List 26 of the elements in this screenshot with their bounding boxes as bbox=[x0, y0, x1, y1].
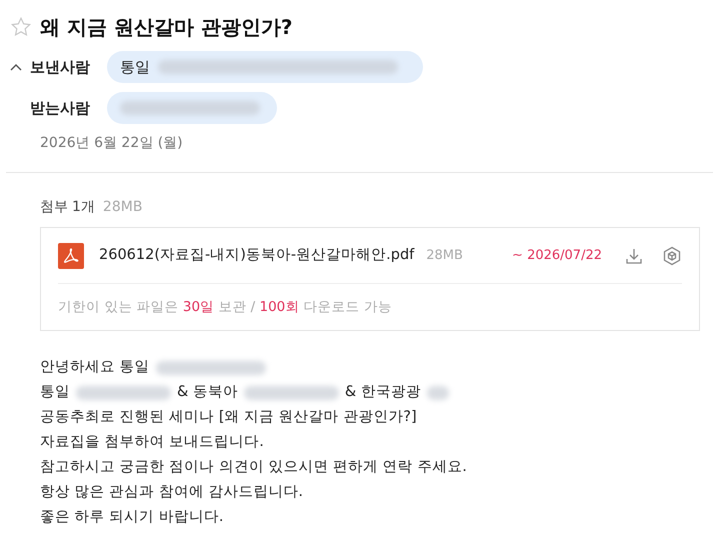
file-size: 28MB bbox=[426, 246, 463, 265]
body-text: & 동북아 bbox=[177, 383, 238, 402]
attachment-label: 첨부 bbox=[40, 198, 68, 217]
sender-name: 통일 bbox=[120, 56, 150, 78]
body-text: 자료집을 첨부하여 보내드립니다. bbox=[40, 433, 264, 452]
star-icon[interactable] bbox=[10, 16, 32, 38]
sender-chip[interactable]: 통일 bbox=[107, 51, 423, 83]
pdf-icon bbox=[58, 242, 84, 268]
sender-label: 보낸사람 bbox=[30, 56, 91, 78]
recipient-label: 받는사람 bbox=[30, 98, 91, 119]
body-text: & 한국광광 bbox=[344, 383, 421, 402]
body-text: 참고하시고 궁금한 점이나 의견이 있으시면 편하게 연락 주세요. bbox=[40, 458, 467, 477]
body-text: 통일 bbox=[40, 383, 70, 402]
attachment-total-size: 28MB bbox=[102, 198, 142, 217]
email-date: 2026년 6월 22일 (월) bbox=[39, 134, 184, 153]
retention-note: 기한이 있는 파일은 30일 보관 / 100회 다운로드 가능 bbox=[58, 298, 393, 317]
expiry-date: ~ 2026/07/22 bbox=[512, 246, 602, 265]
body-text: 항상 많은 관심과 참여에 감사드립니다. bbox=[40, 483, 304, 502]
cube-icon[interactable] bbox=[662, 246, 682, 266]
body-text: 안녕하세요 통일 bbox=[40, 358, 150, 377]
body-text: 공동추최로 진행된 세미나 [왜 지금 원산갈마 관광인가?] bbox=[40, 408, 417, 427]
file-name[interactable]: 260612(자료집-내지)동북아-원산갈마해안.pdf bbox=[99, 244, 414, 266]
attachment-count: 1개 bbox=[72, 198, 95, 217]
redaction-mark bbox=[426, 386, 449, 400]
email-subject: 왜 지금 원산갈마 관광인가? bbox=[40, 14, 292, 41]
body-text: 좋은 하루 되시기 바랍니다. bbox=[40, 508, 224, 527]
